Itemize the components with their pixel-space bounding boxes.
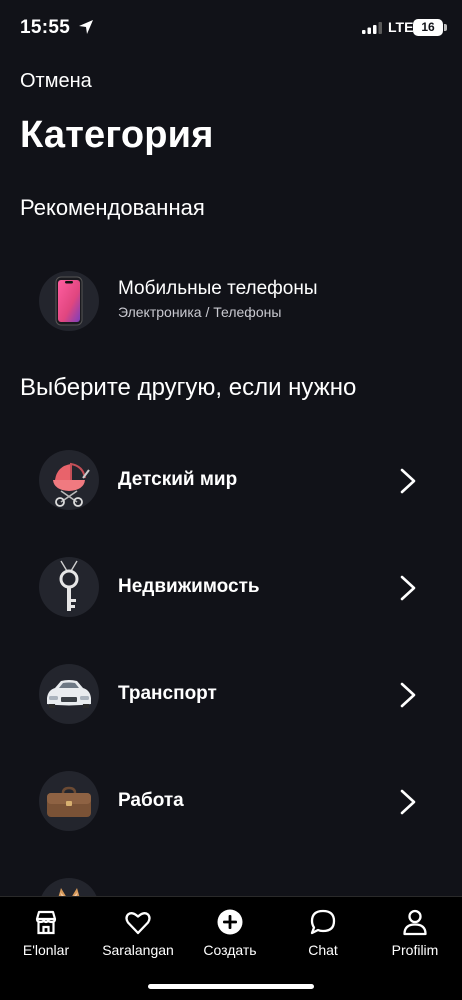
tab-label: Saralangan xyxy=(102,942,174,958)
category-label: Транспорт xyxy=(118,683,217,704)
tab-label: Создать xyxy=(203,942,257,958)
plus-circle-icon xyxy=(217,909,243,935)
recommended-category-item[interactable]: Мобильные телефоны Электроника / Телефон… xyxy=(0,262,462,342)
category-row-real-estate[interactable]: Недвижимость xyxy=(0,548,462,628)
home-indicator xyxy=(148,984,314,989)
chevron-right-icon xyxy=(400,789,416,815)
car-icon xyxy=(39,664,99,724)
tab-listings[interactable]: E'lonlar xyxy=(0,907,92,963)
battery-tip xyxy=(444,24,447,31)
category-label: Работа xyxy=(118,790,184,811)
user-icon xyxy=(403,909,427,936)
chevron-right-icon xyxy=(400,575,416,601)
network-type: LTE xyxy=(388,19,414,35)
tab-label: Profilim xyxy=(391,942,439,958)
category-row-transport[interactable]: Транспорт xyxy=(0,655,462,735)
page-title: Категория xyxy=(20,114,214,156)
heart-icon xyxy=(125,911,151,935)
cancel-button[interactable]: Отмена xyxy=(20,70,92,93)
location-arrow-icon xyxy=(79,20,93,34)
key-icon xyxy=(39,557,99,617)
chat-bubble-icon xyxy=(310,909,336,935)
category-row-work[interactable]: Работа xyxy=(0,762,462,842)
briefcase-icon xyxy=(39,771,99,831)
category-label: Недвижимость xyxy=(118,576,260,597)
chevron-right-icon xyxy=(400,468,416,494)
battery-indicator: 16 xyxy=(413,19,443,36)
tab-chat[interactable]: Chat xyxy=(277,907,369,963)
tab-label: E'lonlar xyxy=(22,942,70,958)
chevron-right-icon xyxy=(400,682,416,708)
category-row-kids[interactable]: Детский мир xyxy=(0,441,462,521)
tab-profile[interactable]: Profilim xyxy=(369,907,461,963)
other-section-title: Выберите другую, если нужно xyxy=(20,374,357,401)
recommended-category-path: Электроника / Телефоны xyxy=(118,304,282,320)
status-bar: 15:55 LTE 16 xyxy=(0,0,462,56)
tab-favorites[interactable]: Saralangan xyxy=(92,907,184,963)
stroller-icon xyxy=(39,450,99,510)
cellular-signal-icon xyxy=(362,22,382,34)
category-label: Детский мир xyxy=(118,469,238,490)
status-time: 15:55 xyxy=(20,17,71,38)
shop-icon xyxy=(35,910,57,935)
smartphone-icon xyxy=(39,271,99,331)
recommended-section-title: Рекомендованная xyxy=(20,195,205,220)
recommended-category-name: Мобильные телефоны xyxy=(118,278,318,299)
tab-create[interactable]: Создать xyxy=(184,907,276,963)
tab-label: Chat xyxy=(308,942,338,958)
